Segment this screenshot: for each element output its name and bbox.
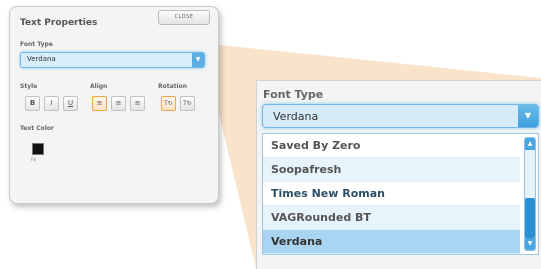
list-item-times-new-roman[interactable]: Times New Roman <box>263 182 520 206</box>
panel-title: Text Properties <box>20 18 98 28</box>
bold-button[interactable]: B <box>25 96 40 111</box>
scroll-up-icon[interactable]: ▲ <box>525 138 535 150</box>
align-left-button[interactable]: ≡ <box>92 96 107 111</box>
text-color-swatch[interactable] <box>32 143 44 155</box>
list-item-saved-by-zero[interactable]: Saved By Zero <box>263 134 520 158</box>
list-item-vagrounded-bt[interactable]: VAGRounded BT <box>263 206 520 230</box>
zoom-font-type-select[interactable]: Verdana ▼ <box>262 104 539 128</box>
text-properties-panel: Text Properties CLOSE Font Type Verdana … <box>9 6 219 204</box>
underline-button[interactable]: U <box>63 96 78 111</box>
scroll-down-icon[interactable]: ▼ <box>525 238 535 250</box>
align-right-button[interactable]: ≡ <box>130 96 145 111</box>
font-type-select[interactable]: Verdana ▼ <box>20 52 205 68</box>
rotation-label: Rotation <box>158 83 187 90</box>
scroll-thumb[interactable] <box>525 198 535 238</box>
align-label: Align <box>90 83 108 90</box>
list-scrollbar[interactable]: ▲ ▼ <box>524 137 536 251</box>
rotate-horizontal-button[interactable]: T↻ <box>161 96 176 111</box>
font-options-list: Saved By Zero Soopafresh Times New Roman… <box>262 133 539 255</box>
style-label: Style <box>20 83 38 90</box>
font-type-value: Verdana <box>27 55 56 63</box>
list-item-verdana[interactable]: Verdana <box>263 230 520 254</box>
fill-label: Fill <box>31 157 37 162</box>
close-button[interactable]: CLOSE <box>158 10 210 25</box>
rotate-vertical-button[interactable]: T↻ <box>180 96 195 111</box>
chevron-down-icon[interactable]: ▼ <box>518 105 538 127</box>
list-item-soopafresh[interactable]: Soopafresh <box>263 158 520 182</box>
align-center-button[interactable]: ≡ <box>111 96 126 111</box>
font-type-label: Font Type <box>20 41 53 48</box>
zoomed-font-dropdown: Font Type Verdana ▼ Saved By Zero Soopaf… <box>256 80 541 269</box>
zoom-font-type-label: Font Type <box>263 88 324 101</box>
text-color-label: Text Color <box>20 125 54 132</box>
zoom-selected-value: Verdana <box>273 110 319 123</box>
italic-button[interactable]: I <box>44 96 59 111</box>
chevron-down-icon[interactable]: ▼ <box>192 53 204 67</box>
